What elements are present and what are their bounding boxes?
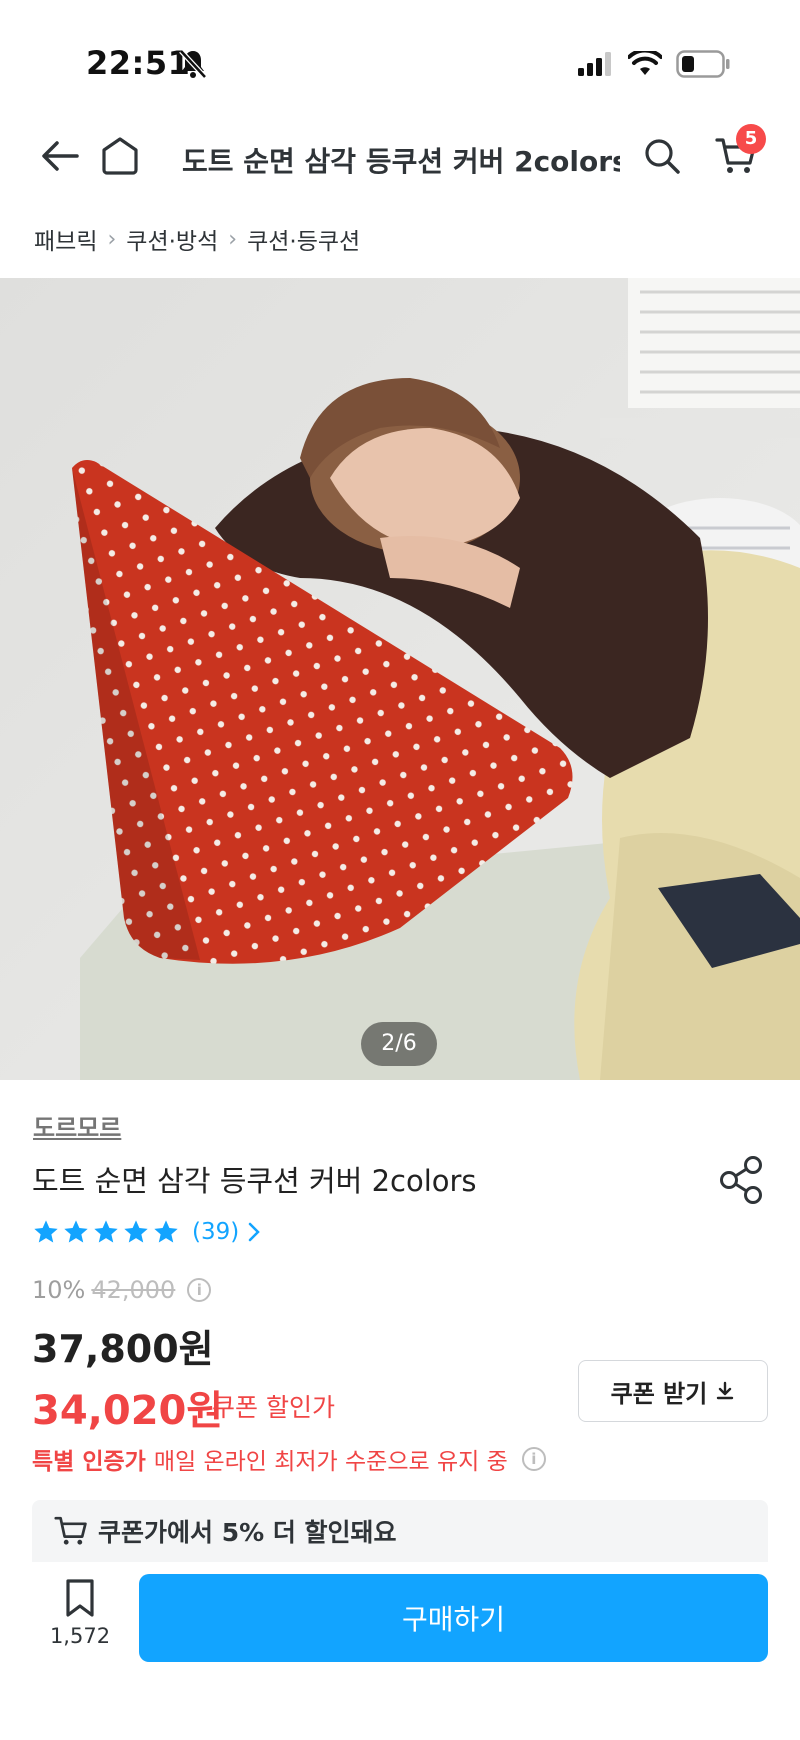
home-icon: [102, 137, 138, 175]
rating-link[interactable]: (39): [32, 1218, 261, 1246]
product-image-gallery[interactable]: [0, 278, 800, 1080]
top-nav-bar: 도트 순면 삼각 등쿠션 커버 2colors 5: [0, 120, 800, 192]
home-button[interactable]: [98, 134, 142, 178]
special-price-label: 특별 인증가: [32, 1449, 146, 1475]
status-time: 22:51: [86, 44, 191, 82]
product-title: 도트 순면 삼각 등쿠션 커버 2colors: [32, 1164, 477, 1198]
bell-slash-icon: [179, 49, 207, 79]
coupon-banner-text: 쿠폰가에서 5% 더 할인돼요: [98, 1518, 397, 1547]
sale-price: 37,800원: [32, 1327, 214, 1371]
info-icon[interactable]: i: [521, 1447, 546, 1471]
page-title: 도트 순면 삼각 등쿠션 커버 2colors: [182, 145, 620, 178]
coupon-price-label: 쿠폰 할인가: [212, 1393, 335, 1422]
brand-link[interactable]: 도르모르: [33, 1108, 121, 1143]
chevron-right-icon: [248, 1222, 260, 1242]
breadcrumb-item[interactable]: 쿠션·방석: [126, 222, 218, 256]
back-arrow-icon: [42, 141, 79, 171]
star-icon: [64, 1220, 88, 1243]
breadcrumb: 패브릭 › 쿠션·방석 › 쿠션·등쿠션: [34, 222, 360, 256]
product-photo: [0, 278, 800, 1080]
star-icon: [154, 1220, 178, 1243]
cart-button[interactable]: 5: [714, 124, 766, 178]
cart-count-badge: 5: [736, 124, 766, 154]
back-button[interactable]: [38, 134, 82, 178]
special-price-row: 특별 인증가 매일 온라인 최저가 수준으로 유지 중 i: [32, 1442, 546, 1476]
review-count: (39): [192, 1219, 240, 1245]
bookmark-icon: [66, 1579, 94, 1617]
cart-icon: [54, 1516, 87, 1545]
search-button[interactable]: [640, 134, 684, 178]
share-button[interactable]: [716, 1154, 768, 1206]
bookmark-count: 1,572: [49, 1624, 111, 1648]
discount-rate: 10%: [32, 1276, 86, 1304]
original-price: 42,000: [91, 1276, 176, 1304]
battery-icon: [676, 50, 730, 78]
buy-button[interactable]: 구매하기: [139, 1574, 768, 1662]
chevron-right-icon: ›: [107, 226, 117, 252]
breadcrumb-item[interactable]: 쿠션·등쿠션: [247, 222, 360, 256]
bookmark-button[interactable]: 1,572: [40, 1578, 120, 1648]
download-icon: [717, 1381, 734, 1400]
get-coupon-button[interactable]: 쿠폰 받기: [578, 1360, 768, 1422]
breadcrumb-item[interactable]: 패브릭: [34, 222, 97, 256]
get-coupon-label: 쿠폰 받기: [610, 1379, 708, 1408]
wifi-icon: [628, 51, 662, 75]
star-icon: [34, 1220, 58, 1243]
star-icon: [124, 1220, 148, 1243]
bottom-action-bar: 1,572 구매하기: [0, 1562, 800, 1740]
share-icon: [720, 1156, 762, 1204]
search-icon: [645, 139, 680, 174]
signal-icon: [578, 52, 611, 76]
status-bar: 22:51: [0, 0, 800, 110]
coupon-discount-banner[interactable]: 쿠폰가에서 5% 더 할인돼요: [32, 1500, 768, 1562]
star-icon: [94, 1220, 118, 1243]
discount-row: 10% 42,000 i: [32, 1276, 212, 1304]
special-price-text: 매일 온라인 최저가 수준으로 유지 중: [153, 1449, 508, 1475]
coupon-price: 34,020원: [32, 1388, 224, 1434]
gallery-page-indicator: 2/6: [361, 1022, 437, 1066]
info-icon[interactable]: i: [187, 1278, 212, 1302]
chevron-right-icon: ›: [228, 226, 238, 252]
